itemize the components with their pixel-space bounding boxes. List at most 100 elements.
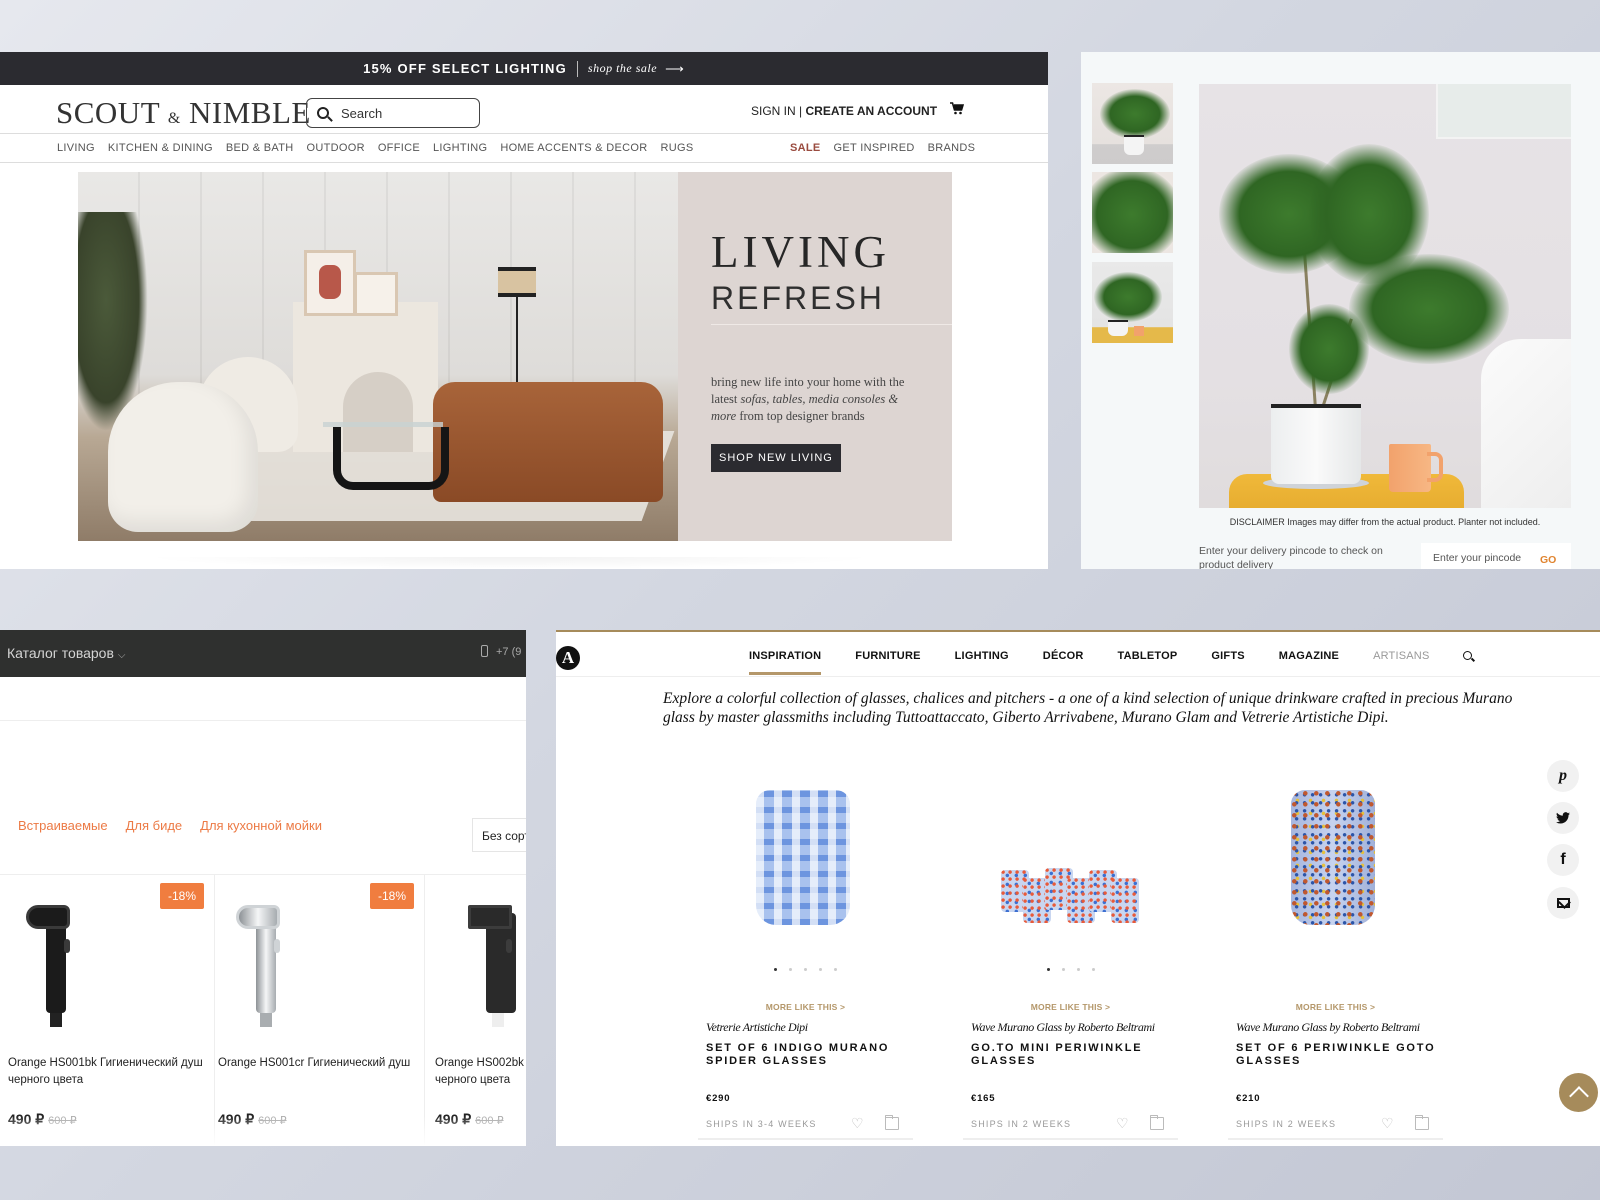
hero-subtitle: REFRESH — [711, 280, 885, 316]
main-product-photo[interactable] — [1199, 84, 1571, 508]
nav-item-sale[interactable]: SALE — [790, 142, 821, 154]
nav-item-furniture[interactable]: FURNITURE — [855, 650, 920, 662]
category-nav-right: SALE GET INSPIRED BRANDS — [790, 142, 975, 154]
wishlist-heart-icon[interactable]: ♡ — [851, 1115, 867, 1131]
nav-item[interactable]: LIVING — [57, 142, 95, 154]
glass-product-image — [1228, 782, 1443, 962]
email-share-button[interactable] — [1547, 887, 1579, 919]
product-card[interactable]: MORE LIKE THIS > Wave Murano Glass by Rob… — [1228, 782, 1443, 1146]
save-folder-icon[interactable] — [1149, 1115, 1164, 1130]
pincode-go-button[interactable]: GO — [1540, 554, 1556, 566]
carousel-dot[interactable] — [834, 968, 837, 971]
wishlist-heart-icon[interactable]: ♡ — [1381, 1115, 1397, 1131]
nav-item[interactable]: BRANDS — [928, 142, 976, 154]
search-input[interactable]: Search — [306, 98, 480, 128]
shipping-time: SHIPS IN 2 WEEKS — [1236, 1119, 1337, 1129]
logo-part1: SCOUT — [56, 95, 160, 130]
search-icon[interactable] — [1463, 651, 1473, 660]
carousel-dot[interactable] — [1046, 968, 1050, 971]
more-like-this-link[interactable]: MORE LIKE THIS > — [698, 1002, 913, 1012]
sort-dropdown[interactable]: Без сорт — [472, 818, 526, 852]
carousel-dot[interactable] — [1061, 968, 1065, 971]
plumbing-shop-window: Каталог товаров ⌵ +7 (9 Встраиваемые Для б… — [0, 630, 526, 1146]
promo-bar[interactable]: 15% OFF SELECT LIGHTING shop the sale ⟶ — [0, 52, 1048, 85]
carousel-dot[interactable] — [1091, 968, 1095, 971]
product-card[interactable]: MORE LIKE THIS > Vetrerie Artistiche Dipi… — [698, 782, 913, 1146]
more-like-this-link[interactable]: MORE LIKE THIS > — [963, 1002, 1178, 1012]
nav-item[interactable]: GET INSPIRED — [834, 142, 915, 154]
carousel-dot[interactable] — [789, 968, 792, 971]
hero-shadow — [140, 557, 880, 569]
product-name[interactable]: Orange HS001cr Гигиенический душ — [218, 1055, 413, 1072]
hero-title: LIVING — [711, 227, 890, 277]
nav-item-inspiration[interactable]: INSPIRATION — [749, 650, 822, 675]
product-title[interactable]: SET OF 6 PERIWINKLE GOTO GLASSES — [1236, 1042, 1446, 1068]
phone-number[interactable]: +7 (9 — [481, 645, 521, 658]
carousel-dots[interactable] — [698, 968, 913, 971]
collection-intro: Explore a colorful collection of glasses… — [663, 690, 1513, 726]
chevron-up-icon — [1568, 1086, 1589, 1106]
carousel-dot[interactable] — [774, 968, 777, 971]
save-folder-icon[interactable] — [884, 1115, 899, 1130]
thumbnail-plant-stool[interactable] — [1092, 262, 1173, 343]
carousel-dot[interactable] — [804, 968, 807, 971]
logo-part2: NIMBLE — [189, 95, 311, 130]
save-folder-icon[interactable] — [1414, 1115, 1429, 1130]
subcategory-link[interactable]: Для кухонной мойки — [200, 818, 322, 833]
nav-item[interactable]: HOME ACCENTS & DECOR — [500, 142, 647, 154]
subcategory-link[interactable]: Для биде — [126, 818, 183, 833]
nav-item-lighting[interactable]: LIGHTING — [955, 650, 1009, 662]
product-maker[interactable]: Wave Murano Glass by Roberto Beltrami — [971, 1020, 1155, 1035]
product-card[interactable]: -18% Orange HS001bk Гигиенический душ чер… — [0, 875, 215, 1146]
product-title[interactable]: SET OF 6 INDIGO MURANO SPIDER GLASSES — [706, 1042, 916, 1068]
scout-nimble-window: 15% OFF SELECT LIGHTING shop the sale ⟶ … — [0, 52, 1048, 569]
carousel-dot[interactable] — [1076, 968, 1080, 971]
product-maker[interactable]: Vetrerie Artistiche Dipi — [706, 1020, 808, 1035]
nav-item-magazine[interactable]: MAGAZINE — [1279, 650, 1339, 662]
thumbnail-plant-leaves[interactable] — [1092, 172, 1173, 253]
catalog-dropdown[interactable]: Каталог товаров ⌵ — [7, 645, 126, 661]
product-card[interactable]: -18%Orange HS001cr Гигиенический душ490 … — [203, 875, 425, 1146]
nav-item[interactable]: LIGHTING — [433, 142, 487, 154]
nav-item[interactable]: KITCHEN & DINING — [108, 142, 213, 154]
thumbnail-plant-full[interactable] — [1092, 83, 1173, 164]
carousel-dots[interactable] — [963, 968, 1178, 971]
more-like-this-link[interactable]: MORE LIKE THIS > — [1228, 1002, 1443, 1012]
scout-nimble-logo[interactable]: SCOUT & NIMBLE — [56, 95, 311, 131]
cart-icon[interactable] — [950, 102, 965, 118]
nav-item-gifts[interactable]: GIFTS — [1211, 650, 1244, 662]
pinterest-share-button[interactable]: p — [1547, 760, 1579, 792]
nav-item[interactable]: RUGS — [661, 142, 694, 154]
nav-item[interactable]: BED & BATH — [226, 142, 294, 154]
category-nav: LIVING KITCHEN & DINING BED & BATH OUTDOOR O… — [0, 134, 1048, 163]
subcategory-link[interactable]: Встраиваемые — [18, 818, 108, 833]
product-maker[interactable]: Wave Murano Glass by Roberto Beltrami — [1236, 1020, 1420, 1035]
create-account-link[interactable]: CREATE AN ACCOUNT — [805, 104, 937, 118]
hero-banner[interactable]: LIVING REFRESH bring new life into your … — [78, 172, 952, 541]
scroll-to-top-button[interactable] — [1559, 1073, 1598, 1112]
facebook-share-button[interactable]: f — [1547, 844, 1579, 876]
nav-item[interactable]: OUTDOOR — [307, 142, 365, 154]
discount-badge: -18% — [159, 883, 204, 909]
wishlist-heart-icon[interactable]: ♡ — [1116, 1115, 1132, 1131]
hero-desc-end: from top designer brands — [736, 409, 865, 423]
shop-sale-link[interactable]: shop the sale — [588, 61, 657, 76]
brand-logo[interactable]: A — [556, 646, 580, 670]
image-disclaimer: DISCLAIMER Images may differ from the ac… — [1229, 517, 1541, 527]
nav-item-artisans[interactable]: ARTISANS — [1373, 650, 1429, 662]
sign-in-link[interactable]: SIGN IN — [751, 104, 796, 118]
product-title[interactable]: GO.TO MINI PERIWINKLE GLASSES — [971, 1042, 1181, 1068]
nav-item-tabletop[interactable]: TABLETOP — [1118, 650, 1178, 662]
twitter-icon — [1556, 812, 1570, 824]
shop-new-living-button[interactable]: SHOP NEW LIVING — [711, 444, 841, 472]
twitter-share-button[interactable] — [1547, 802, 1579, 834]
account-separator: | — [799, 104, 803, 118]
carousel-dot[interactable] — [819, 968, 822, 971]
nav-item-dcor[interactable]: DÉCOR — [1043, 650, 1084, 662]
glass-product-image — [698, 782, 913, 962]
product-name[interactable]: Orange HS001bk Гигиенический душ черного… — [8, 1055, 203, 1089]
product-card[interactable]: MORE LIKE THIS > Wave Murano Glass by Rob… — [963, 782, 1178, 1146]
nav-item[interactable]: OFFICE — [378, 142, 420, 154]
product-name[interactable]: Orange HS002bk Гигиенический душ черного… — [435, 1055, 526, 1089]
product-card[interactable]: Orange HS002bk Гигиенический душ черного… — [420, 875, 526, 1146]
